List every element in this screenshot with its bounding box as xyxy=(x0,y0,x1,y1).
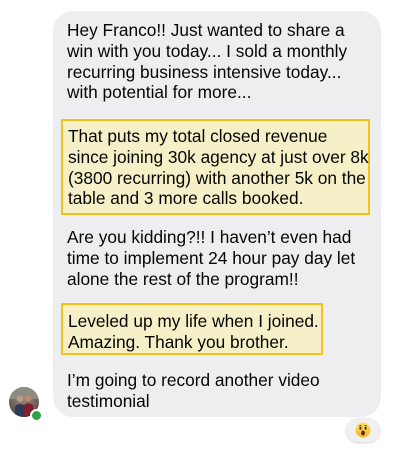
message-text-5: I’m going to record another video testim… xyxy=(67,370,320,411)
message-text-2: That puts my total closed revenue since … xyxy=(68,126,369,209)
highlighted-message-1: That puts my total closed revenue since … xyxy=(61,119,370,215)
message-text-4: Leveled up my life when I joined. Amazin… xyxy=(68,311,319,352)
wow-face-emoji-icon xyxy=(355,422,371,438)
message-text-3: Are you kidding?!! I haven’t even had ti… xyxy=(67,227,356,289)
online-status-dot xyxy=(30,409,43,422)
message-text-1: Hey Franco!! Just wanted to share a win … xyxy=(67,20,348,103)
message-reaction[interactable] xyxy=(346,418,380,442)
highlighted-message-2: Leveled up my life when I joined. Amazin… xyxy=(61,303,323,355)
